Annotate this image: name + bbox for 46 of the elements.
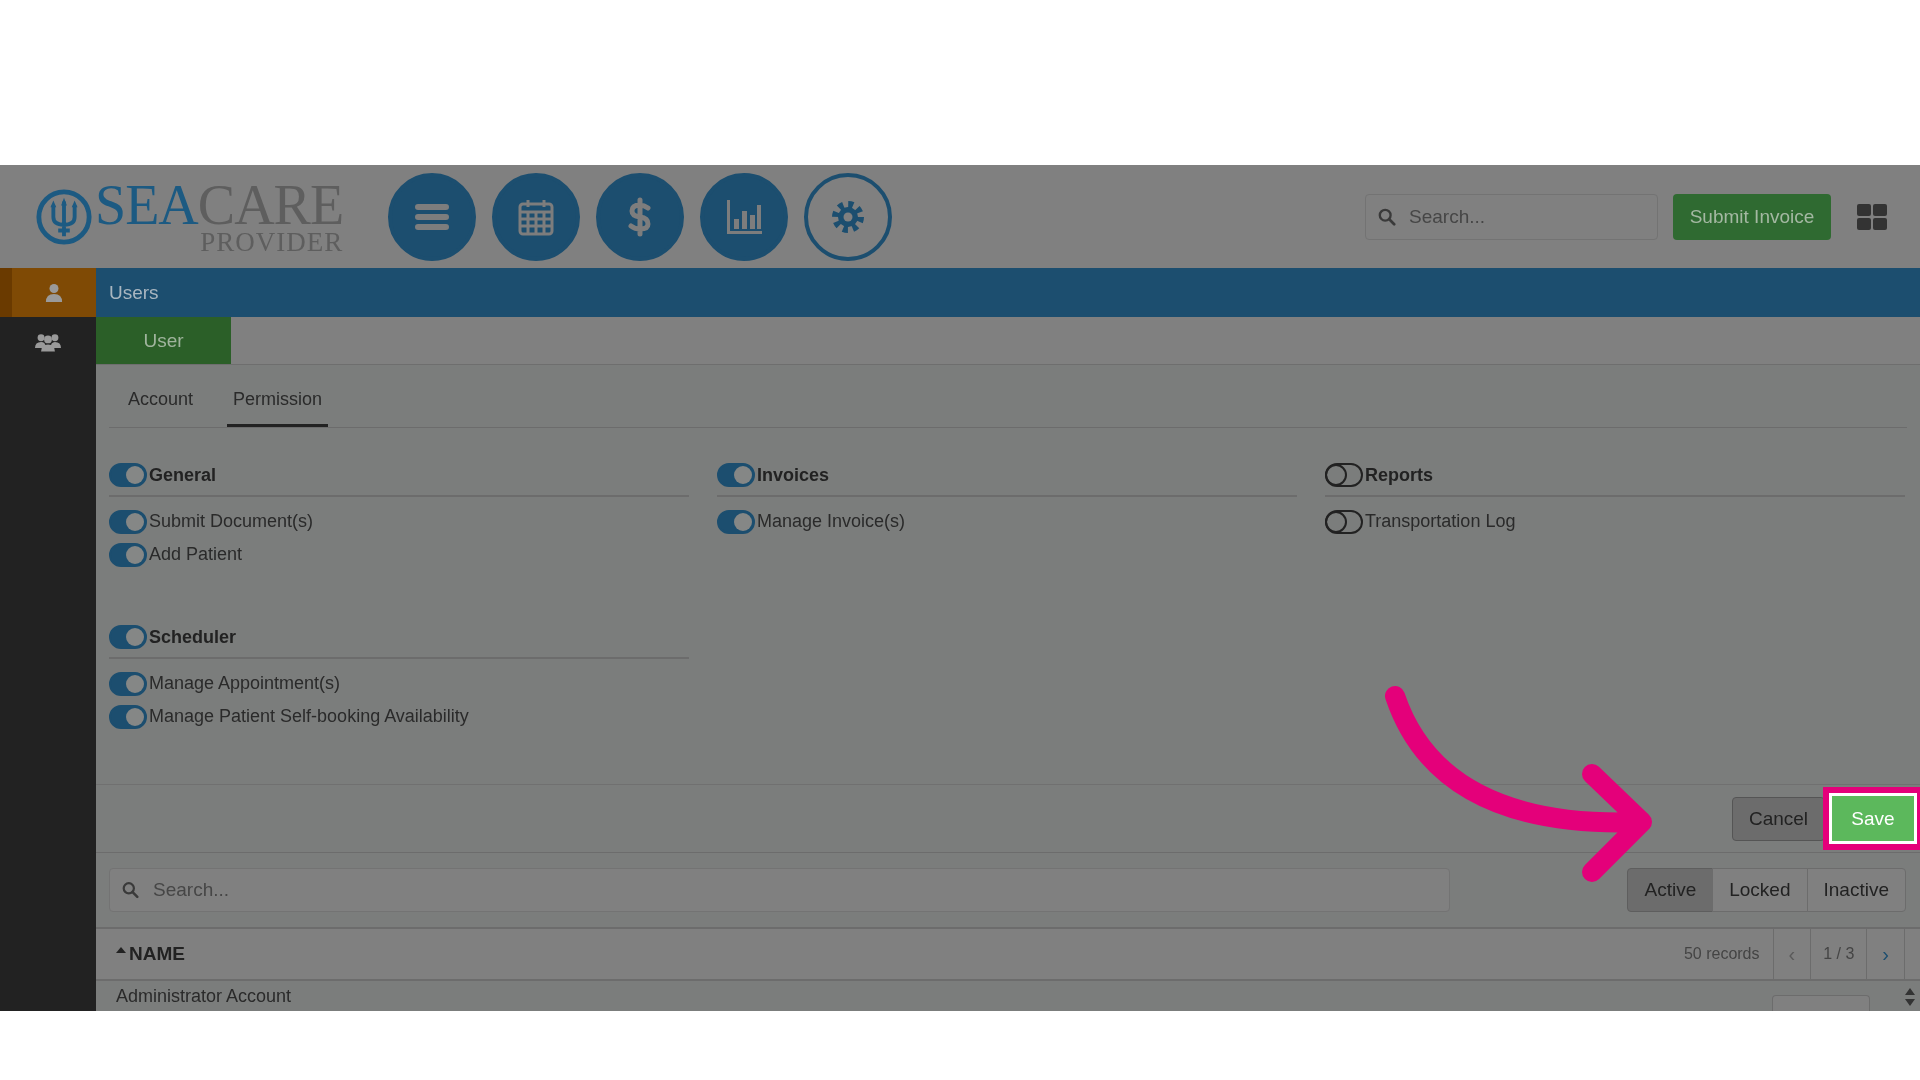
- permission-label: Submit Document(s): [149, 511, 314, 532]
- submit-invoice-button[interactable]: Submit Invoice: [1673, 193, 1831, 240]
- user-icon: [45, 282, 63, 303]
- toggle-switch[interactable]: [109, 463, 147, 487]
- toggle-switch[interactable]: [109, 671, 147, 696]
- permission-label: Transportation Log: [1365, 511, 1516, 532]
- nav-button[interactable]: [804, 172, 892, 261]
- permission-label: Manage Invoice(s): [757, 511, 906, 532]
- tab[interactable]: Account: [122, 385, 200, 427]
- column-header[interactable]: NAME: [129, 943, 185, 965]
- filter-button[interactable]: Locked: [1712, 868, 1808, 912]
- group-label: Invoices: [757, 464, 830, 486]
- toggle-switch[interactable]: [717, 463, 755, 487]
- toggle-switch[interactable]: [109, 509, 147, 534]
- group-label: General: [149, 464, 217, 486]
- record-count: 50 records: [1683, 945, 1760, 963]
- permission-label: Manage Appointment(s): [149, 673, 341, 694]
- search-icon: [122, 881, 139, 899]
- record-tab[interactable]: User: [96, 317, 231, 364]
- group-label: Scheduler: [149, 626, 237, 648]
- search-field[interactable]: Search...: [109, 868, 1450, 912]
- toggle-switch[interactable]: [1325, 509, 1363, 534]
- toggle-switch[interactable]: [1325, 463, 1363, 487]
- page-title: Users: [109, 281, 159, 304]
- scroll-arrows-icon[interactable]: [1905, 988, 1915, 1006]
- permission-label: Manage Patient Self-booking Availability: [149, 706, 469, 727]
- search-icon: [1378, 207, 1396, 226]
- group-label: Reports: [1365, 464, 1433, 486]
- search-field[interactable]: Search...: [1365, 193, 1658, 240]
- tab[interactable]: Permission: [227, 385, 329, 427]
- sidebar-item[interactable]: [0, 268, 96, 317]
- row-action-button[interactable]: [1772, 995, 1870, 1011]
- toggle-switch[interactable]: [109, 625, 147, 649]
- grid-icon[interactable]: [1857, 203, 1887, 230]
- page-indicator: 1 / 3: [1810, 928, 1867, 980]
- permission-label: Add Patient: [149, 544, 243, 565]
- toggle-switch[interactable]: [717, 509, 755, 534]
- filter-button[interactable]: Inactive: [1806, 868, 1906, 912]
- cancel-button[interactable]: Cancel: [1732, 796, 1825, 841]
- trident-logo-icon: [35, 187, 93, 246]
- next-page-button[interactable]: ›: [1866, 928, 1905, 980]
- toggle-switch[interactable]: [109, 704, 147, 729]
- filter-button[interactable]: Active: [1627, 868, 1714, 912]
- users-icon: [35, 331, 61, 352]
- table-cell: Administrator Account: [116, 985, 292, 1007]
- toggle-switch[interactable]: [109, 542, 147, 567]
